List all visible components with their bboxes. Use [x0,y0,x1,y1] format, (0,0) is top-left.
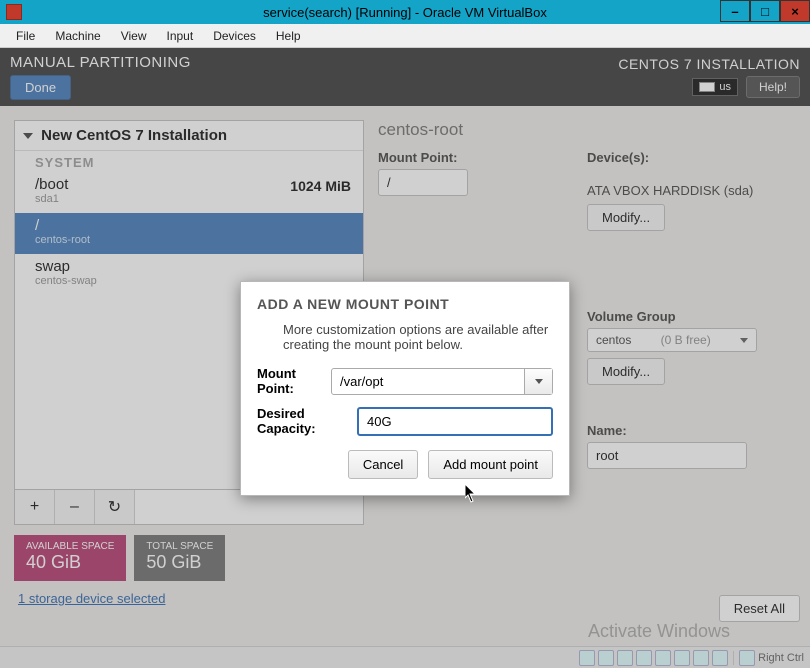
status-icon[interactable] [598,650,614,666]
status-icon[interactable] [655,650,671,666]
reset-all-button[interactable]: Reset All [719,595,800,622]
window-controls: – □ × [720,0,810,22]
volume-group-select[interactable]: centos (0 B free) [587,328,757,352]
partition-row-boot[interactable]: /boot sda1 1024 MiB [15,172,363,213]
modal-mount-label: Mount Point: [257,366,331,396]
partition-row-root[interactable]: / centos-root [15,213,363,254]
tree-header[interactable]: New CentOS 7 Installation [15,121,363,151]
status-icon[interactable] [693,650,709,666]
keyboard-icon [699,82,715,92]
available-value: 40 GiB [26,552,114,573]
chevron-down-icon [740,338,748,343]
page-title: MANUAL PARTITIONING [10,54,191,71]
remove-partition-button[interactable]: – [55,490,95,524]
available-space: AVAILABLE SPACE 40 GiB [14,535,126,581]
minimize-button[interactable]: – [720,0,750,22]
hostkey-icon[interactable] [739,650,755,666]
close-button[interactable]: × [780,0,810,22]
mount-point-combo[interactable] [331,368,553,395]
volume-group-label: Volume Group [587,309,796,324]
total-label: TOTAL SPACE [146,541,213,552]
mount-point-field[interactable] [332,369,524,394]
maximize-button[interactable]: □ [750,0,780,22]
vm-status-bar: Right Ctrl [0,646,810,668]
add-partition-button[interactable]: + [15,490,55,524]
storage-devices-link[interactable]: 1 storage device selected [14,591,364,606]
system-section: SYSTEM [15,151,363,172]
modal-capacity-label: Desired Capacity: [257,406,357,436]
vg-free: (0 B free) [661,333,711,347]
partition-size: 1024 MiB [290,178,351,194]
name-label: Name: [587,423,796,438]
window-title: service(search) [Running] - Oracle VM Vi… [0,5,810,20]
device-text: ATA VBOX HARDDISK (sda) [587,183,796,198]
combo-dropdown-button[interactable] [524,369,552,394]
selected-partition-title: centos-root [378,120,796,140]
dialog-title: ADD A NEW MOUNT POINT [257,296,553,312]
status-icon[interactable] [674,650,690,666]
status-icon[interactable] [617,650,633,666]
status-icon[interactable] [636,650,652,666]
hostkey-label: Right Ctrl [758,652,804,664]
reload-button[interactable]: ↻ [95,490,135,524]
mount-point: / [35,217,343,234]
devices-label: Device(s): [587,150,796,165]
total-value: 50 GiB [146,552,213,573]
desired-capacity-input[interactable] [357,407,553,436]
modify-device-button[interactable]: Modify... [587,204,665,231]
menu-view[interactable]: View [111,29,157,43]
add-mount-point-button[interactable]: Add mount point [428,450,553,479]
window-titlebar: service(search) [Running] - Oracle VM Vi… [0,0,810,24]
mount-point-input[interactable] [378,169,468,196]
installer-header: MANUAL PARTITIONING Done CENTOS 7 INSTAL… [0,48,810,106]
tree-title: New CentOS 7 Installation [41,127,227,144]
device-name: centos-root [35,234,343,246]
mount-point: swap [35,258,343,275]
name-input[interactable] [587,442,747,469]
available-label: AVAILABLE SPACE [26,541,114,552]
install-label: CENTOS 7 INSTALLATION [618,56,800,72]
installer-pane: MANUAL PARTITIONING Done CENTOS 7 INSTAL… [0,48,810,668]
modify-vg-button[interactable]: Modify... [587,358,665,385]
menu-devices[interactable]: Devices [203,29,266,43]
device-name: sda1 [35,193,343,205]
total-space: TOTAL SPACE 50 GiB [134,535,225,581]
cancel-button[interactable]: Cancel [348,450,418,479]
menu-bar: File Machine View Input Devices Help [0,24,810,48]
status-icon[interactable] [579,650,595,666]
menu-file[interactable]: File [6,29,45,43]
menu-help[interactable]: Help [266,29,311,43]
done-button[interactable]: Done [10,75,71,100]
help-button[interactable]: Help! [746,76,800,98]
keyboard-indicator[interactable]: us [692,78,738,96]
status-icon[interactable] [712,650,728,666]
vg-name: centos [596,333,631,347]
keyboard-layout: us [719,81,731,93]
windows-watermark: Activate Windows [588,621,730,642]
add-mount-point-dialog: ADD A NEW MOUNT POINT More customization… [240,281,570,496]
menu-machine[interactable]: Machine [45,29,110,43]
menu-input[interactable]: Input [157,29,204,43]
space-summary: AVAILABLE SPACE 40 GiB TOTAL SPACE 50 Gi… [14,535,364,581]
chevron-down-icon [535,379,543,384]
dialog-description: More customization options are available… [283,322,553,352]
caret-down-icon [23,133,33,139]
mount-point-label: Mount Point: [378,150,587,165]
